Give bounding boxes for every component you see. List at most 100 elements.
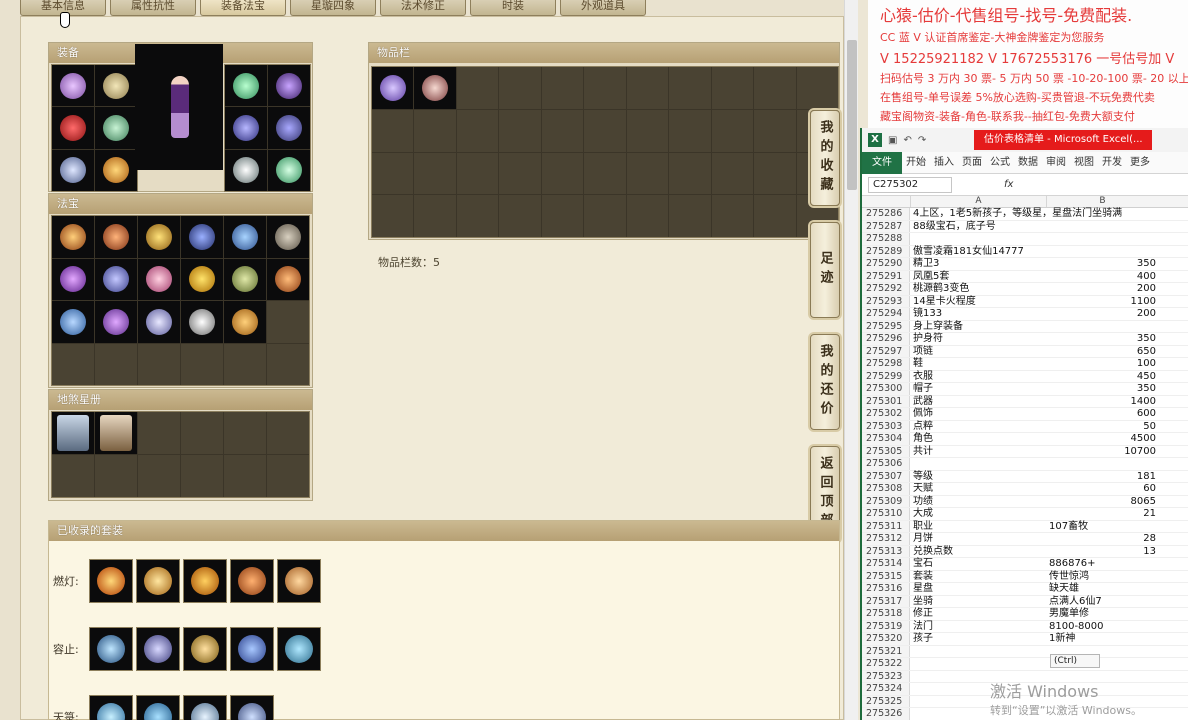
row-number[interactable]: 275312 [862, 533, 910, 545]
undo-icon[interactable]: ↶ [903, 135, 911, 146]
suit-item[interactable] [277, 559, 321, 603]
name-box[interactable]: C275302 [868, 176, 952, 193]
cell-a[interactable]: 傲雪凌霜181女仙14777 [910, 246, 1046, 258]
cell-a[interactable] [910, 646, 1046, 658]
cell-a[interactable] [910, 658, 1046, 670]
cell-b[interactable]: 400 [1046, 271, 1158, 283]
my-offer-button[interactable]: 我的还价 [810, 334, 840, 430]
cell-a[interactable]: 衣服 [910, 371, 1046, 383]
row-number[interactable]: 275307 [862, 470, 910, 482]
cell-b[interactable]: 10700 [1046, 446, 1158, 458]
row-number[interactable]: 275317 [862, 595, 910, 607]
row-number[interactable]: 275299 [862, 370, 910, 382]
tab-more[interactable]: 更多 [1126, 152, 1154, 174]
cell-a[interactable]: 宝石 [910, 558, 1046, 570]
cell-b[interactable]: 8100-8000 [1046, 621, 1158, 633]
tab-fashion[interactable]: 时装 [470, 0, 556, 16]
cell-b[interactable]: 200 [1046, 308, 1158, 320]
cell-b[interactable]: 1新神 [1046, 633, 1158, 645]
tab-insert[interactable]: 插入 [930, 152, 958, 174]
cell-b[interactable] [1046, 321, 1158, 333]
equip-slot[interactable] [268, 65, 310, 107]
cell-b[interactable]: 4500 [1046, 433, 1158, 445]
row-number[interactable]: 275311 [862, 520, 910, 532]
scrollbar-thumb[interactable] [847, 40, 857, 190]
tab-file[interactable]: 文件 [862, 151, 902, 174]
fabao-slot[interactable] [95, 258, 137, 300]
row-number[interactable]: 275316 [862, 583, 910, 595]
row-number[interactable]: 275294 [862, 308, 910, 320]
tab-developer[interactable]: 开发 [1098, 152, 1126, 174]
tab-page[interactable]: 页面 [958, 152, 986, 174]
disha-card[interactable] [95, 412, 137, 454]
cell-a[interactable]: 法门 [910, 621, 1046, 633]
cell-b[interactable]: 50 [1046, 421, 1158, 433]
suit-item[interactable] [89, 695, 133, 720]
row-number[interactable]: 275310 [862, 508, 910, 520]
cell-a[interactable]: 桃源鹤3变色 [910, 283, 1046, 295]
equip-slot[interactable] [268, 107, 310, 149]
tab-home[interactable]: 开始 [902, 152, 930, 174]
cell-a[interactable]: 等级 [910, 471, 1046, 483]
equip-slot[interactable] [225, 149, 267, 191]
cell-a[interactable]: 佩饰 [910, 408, 1046, 420]
equip-slot[interactable] [95, 107, 137, 149]
fabao-slot[interactable] [52, 301, 94, 343]
row-number[interactable]: 275289 [862, 245, 910, 257]
suit-item[interactable] [183, 559, 227, 603]
row-number[interactable]: 275321 [862, 645, 910, 657]
row-number[interactable]: 275303 [862, 420, 910, 432]
suit-item[interactable] [230, 627, 274, 671]
equip-slot[interactable] [225, 65, 267, 107]
fabao-slot[interactable] [267, 216, 309, 258]
cell-a[interactable]: 大成 [910, 508, 1046, 520]
tab-appearance[interactable]: 外观道具 [560, 0, 646, 16]
fabao-slot[interactable] [52, 258, 94, 300]
suit-item[interactable] [89, 559, 133, 603]
cell-b[interactable]: 450 [1046, 371, 1158, 383]
cell-b[interactable]: 1100 [1046, 296, 1158, 308]
row-number[interactable]: 275308 [862, 483, 910, 495]
cell-a[interactable]: 4上区，1老5新孩子，等级星，星盘法门坐骑满 [910, 208, 1122, 220]
fabao-slot[interactable] [224, 301, 266, 343]
row-number[interactable]: 275287 [862, 220, 910, 232]
equip-slot[interactable] [95, 65, 137, 107]
cell-a[interactable]: 星盘 [910, 583, 1046, 595]
row-number[interactable]: 275318 [862, 608, 910, 620]
disha-card[interactable] [52, 412, 94, 454]
cell-b[interactable]: 60 [1046, 483, 1158, 495]
fabao-slot[interactable] [181, 301, 223, 343]
cell-a[interactable]: 身上穿装备 [910, 321, 1046, 333]
row-number[interactable]: 275304 [862, 433, 910, 445]
inventory-slot[interactable] [372, 67, 414, 109]
cell-a[interactable]: 月饼 [910, 533, 1046, 545]
row-number[interactable]: 275290 [862, 258, 910, 270]
cell-b[interactable]: 350 [1046, 333, 1158, 345]
row-number[interactable]: 275296 [862, 333, 910, 345]
row-number[interactable]: 275288 [862, 233, 910, 245]
cell-a[interactable] [910, 458, 1046, 470]
row-number[interactable]: 275314 [862, 558, 910, 570]
row-number[interactable]: 275325 [862, 695, 910, 707]
suit-item[interactable] [277, 627, 321, 671]
cell-a[interactable]: 职业 [910, 521, 1046, 533]
cell-a[interactable]: 套装 [910, 571, 1046, 583]
select-all-corner[interactable] [862, 196, 910, 207]
cell-b[interactable] [1046, 458, 1158, 470]
row-number[interactable]: 275302 [862, 408, 910, 420]
cell-b[interactable]: 13 [1046, 546, 1158, 558]
cell-b[interactable]: 1400 [1046, 396, 1158, 408]
fabao-slot[interactable] [138, 258, 180, 300]
redo-icon[interactable]: ↷ [918, 135, 926, 146]
row-number[interactable]: 275322 [862, 658, 910, 670]
tab-review[interactable]: 审阅 [1042, 152, 1070, 174]
fabao-slot[interactable] [224, 216, 266, 258]
row-number[interactable]: 275295 [862, 320, 910, 332]
fabao-slot[interactable] [181, 216, 223, 258]
row-number[interactable]: 275309 [862, 495, 910, 507]
cell-b[interactable]: 缺天雄 [1046, 583, 1158, 595]
tab-data[interactable]: 数据 [1014, 152, 1042, 174]
equip-slot[interactable] [52, 65, 94, 107]
suit-item[interactable] [136, 559, 180, 603]
suit-item[interactable] [136, 627, 180, 671]
